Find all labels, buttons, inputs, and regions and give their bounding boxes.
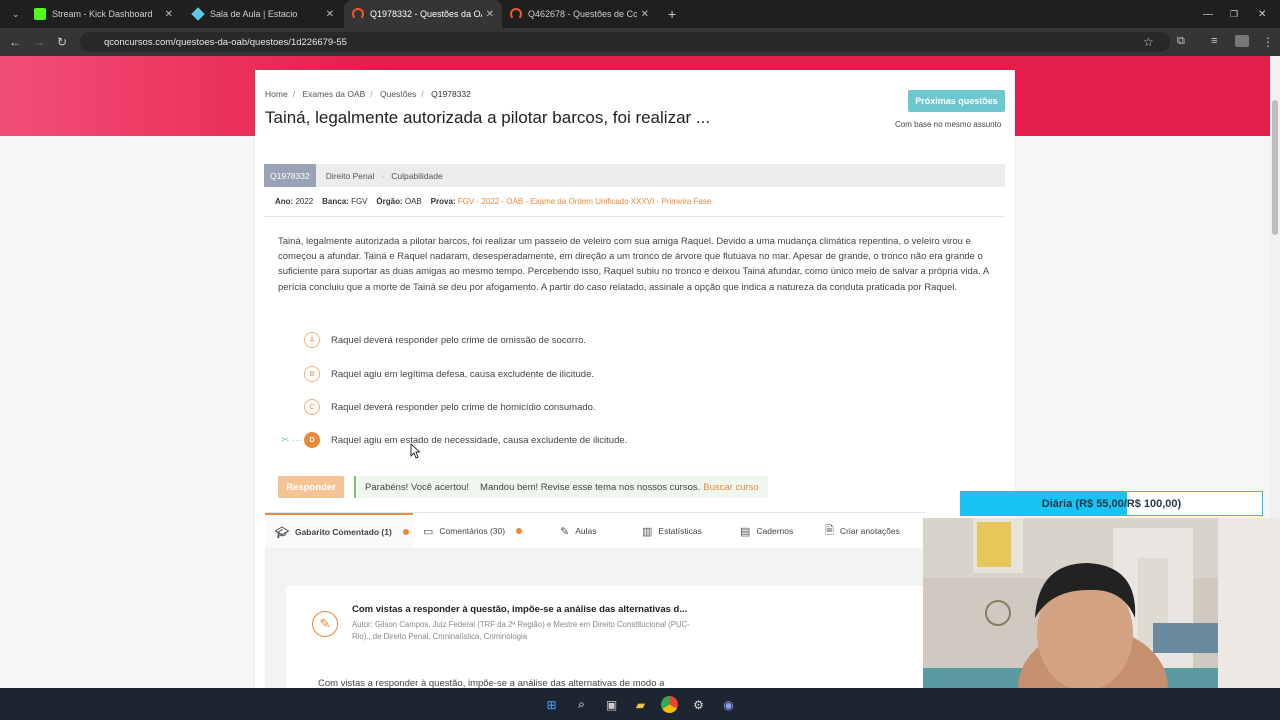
feedback-banner: Parabéns! Você acertou! Mandou bem! Revi… bbox=[354, 476, 768, 498]
breadcrumb-exames[interactable]: Exames da OAB bbox=[302, 89, 365, 99]
alternative-letter: C bbox=[304, 399, 320, 415]
notebook-icon: ▤ bbox=[740, 525, 751, 538]
question-id-badge: Q1978332 bbox=[264, 164, 316, 187]
search-icon[interactable]: ⌕ bbox=[573, 696, 590, 713]
notification-dot bbox=[516, 528, 523, 534]
qconcursos-icon bbox=[352, 8, 364, 20]
task-view-icon[interactable]: ▣ bbox=[603, 696, 620, 713]
close-tab-icon[interactable]: ✕ bbox=[165, 9, 173, 20]
reload-icon[interactable]: ↻ bbox=[57, 35, 67, 49]
alternative-letter: A bbox=[304, 332, 320, 348]
scrollbar-thumb[interactable] bbox=[1272, 100, 1278, 235]
meta-ano: 2022 bbox=[295, 197, 314, 206]
tab-aulas[interactable]: ✎ Aulas bbox=[560, 513, 596, 549]
tab-gabarito[interactable]: 🎓︎ Gabarito Comentado (1) bbox=[265, 513, 413, 549]
tab-list-button[interactable]: ⌄ bbox=[4, 0, 24, 28]
close-tab-icon[interactable]: ✕ bbox=[486, 9, 494, 20]
comment-author: Autor: Gilson Campos, Juiz Federal (TRF … bbox=[352, 620, 690, 641]
pencil-icon: ✎ bbox=[312, 611, 338, 637]
find-course-link[interactable]: Buscar curso bbox=[703, 482, 758, 493]
alternative-letter-selected: D bbox=[304, 432, 320, 448]
feedback-text: Parabéns! Você acertou! bbox=[365, 481, 470, 493]
question-statement: Tainá, legalmente autorizada a pilotar b… bbox=[278, 236, 989, 293]
windows-start-icon[interactable]: ⊞ bbox=[543, 696, 560, 713]
forward-icon[interactable]: → bbox=[33, 35, 45, 49]
tab-comentarios[interactable]: ▭ Comentários (30) bbox=[423, 513, 523, 549]
browser-tab-strip: ⌄ Stream - Kick Dashboard ✕ Sala de Aula… bbox=[0, 0, 1280, 28]
alternative-text: Raquel agiu em legítima defesa, causa ex… bbox=[331, 368, 594, 380]
next-questions-subtitle: Com base no mesmo assunto bbox=[895, 120, 1002, 129]
meta-prova-link[interactable]: FGV - 2022 - OAB - Exame da Ordem Unific… bbox=[458, 197, 711, 206]
url-field[interactable]: qconcursos.com/questoes-da-oab/questoes/… bbox=[80, 32, 1170, 52]
scissors-icon[interactable]: ✂ ··· bbox=[281, 435, 302, 446]
topic-tag[interactable]: Culpabilidade bbox=[391, 171, 443, 181]
feedback-extra: Mandou bem! Revise esse tema nos nossos … bbox=[480, 481, 701, 493]
qconcursos-icon bbox=[510, 8, 522, 20]
bookmark-star-icon[interactable]: ☆ bbox=[1143, 35, 1154, 49]
breadcrumb-questoes[interactable]: Questões bbox=[380, 89, 416, 99]
comment-title: Com vistas a responder à questão, impõe-… bbox=[352, 604, 688, 615]
browser-tab-active[interactable]: Q1978332 - Questões da OAB | ✕ bbox=[344, 0, 502, 28]
steam-icon[interactable]: ⚙ bbox=[690, 696, 707, 713]
browser-tab[interactable]: Stream - Kick Dashboard ✕ bbox=[26, 0, 181, 28]
alternative-text: Raquel deverá responder pelo crime de om… bbox=[331, 334, 587, 346]
menu-icon[interactable]: ⋮ bbox=[1262, 35, 1274, 49]
alternative-d[interactable]: D Raquel agiu em estado de necessidade, … bbox=[304, 432, 627, 448]
close-window-icon[interactable]: ✕ bbox=[1250, 0, 1274, 28]
document-icon: 🗎︎ bbox=[825, 524, 834, 537]
divider bbox=[264, 216, 1005, 217]
donation-goal-bar: Diária (R$ 55,00/R$ 100,00) bbox=[960, 491, 1263, 516]
breadcrumb: Home / Exames da OAB / Questões / Q1978332 bbox=[265, 89, 471, 99]
page-title: Tainá, legalmente autorizada a pilotar b… bbox=[265, 108, 711, 127]
next-questions-button[interactable]: Próximas questões bbox=[908, 90, 1005, 112]
new-tab-icon[interactable]: + bbox=[660, 0, 684, 28]
answer-button[interactable]: Responder bbox=[278, 476, 344, 498]
discord-icon[interactable]: ◉ bbox=[720, 696, 737, 713]
tab-cadernos[interactable]: ▤ Cadernos bbox=[740, 513, 793, 549]
alternative-b[interactable]: B Raquel agiu em legítima defesa, causa … bbox=[304, 366, 594, 382]
question-tag-row: Q1978332 Direito Penal › Culpabilidade bbox=[264, 164, 1005, 187]
alternative-a[interactable]: A Raquel deverá responder pelo crime de … bbox=[304, 332, 586, 348]
url-text: qconcursos.com/questoes-da-oab/questoes/… bbox=[104, 36, 347, 48]
maximize-icon[interactable]: ❐ bbox=[1222, 0, 1246, 28]
notification-dot bbox=[402, 529, 409, 535]
bottom-tabs: 🎓︎ Gabarito Comentado (1) ▭ Comentários … bbox=[265, 512, 925, 549]
browser-tab[interactable]: Q462678 - Questões de Concu ✕ bbox=[502, 0, 657, 28]
alternative-text: Raquel deverá responder pelo crime de ho… bbox=[331, 401, 596, 413]
media-icon[interactable]: ≡ bbox=[1211, 35, 1217, 47]
tab-anotacoes[interactable]: 🗎︎ Criar anotações bbox=[825, 513, 900, 549]
comment-icon: ▭ bbox=[423, 525, 434, 538]
file-explorer-icon[interactable]: ▰ bbox=[632, 696, 649, 713]
alternative-letter: B bbox=[304, 366, 320, 382]
alternative-c[interactable]: C Raquel deverá responder pelo crime de … bbox=[304, 399, 596, 415]
chevron-right-icon: › bbox=[381, 170, 385, 181]
extensions-icon[interactable]: ⧉ bbox=[1177, 35, 1185, 48]
bar-chart-icon: ▥ bbox=[642, 525, 653, 538]
minimize-icon[interactable]: — bbox=[1195, 0, 1221, 28]
close-tab-icon[interactable]: ✕ bbox=[326, 9, 334, 20]
breadcrumb-home[interactable]: Home bbox=[265, 89, 288, 99]
meta-banca: FGV bbox=[351, 197, 368, 206]
avatar[interactable] bbox=[1235, 35, 1249, 47]
browser-tab[interactable]: Sala de Aula | Estacio ✕ bbox=[184, 0, 342, 28]
meta-orgao: OAB bbox=[404, 197, 422, 206]
close-tab-icon[interactable]: ✕ bbox=[641, 9, 649, 20]
donation-goal-label: Diária (R$ 55,00/R$ 100,00) bbox=[1041, 497, 1182, 510]
mouse-cursor-icon bbox=[410, 443, 420, 459]
tab-estatisticas[interactable]: ▥ Estatísticas bbox=[642, 513, 702, 549]
question-meta: Ano: 2022 Banca: FGV Órgão: OAB Prova: F… bbox=[275, 197, 712, 206]
chrome-icon[interactable] bbox=[661, 696, 678, 713]
estacio-icon bbox=[191, 7, 205, 21]
subject-tag[interactable]: Direito Penal bbox=[326, 171, 375, 181]
alternative-text: Raquel agiu em estado de necessidade, ca… bbox=[331, 434, 628, 446]
graduation-cap-icon: 🎓︎ bbox=[275, 526, 289, 539]
breadcrumb-current: Q1978332 bbox=[431, 89, 471, 99]
kick-icon bbox=[34, 8, 46, 20]
edit-icon: ✎ bbox=[560, 525, 570, 538]
back-icon[interactable]: ← bbox=[9, 35, 21, 49]
